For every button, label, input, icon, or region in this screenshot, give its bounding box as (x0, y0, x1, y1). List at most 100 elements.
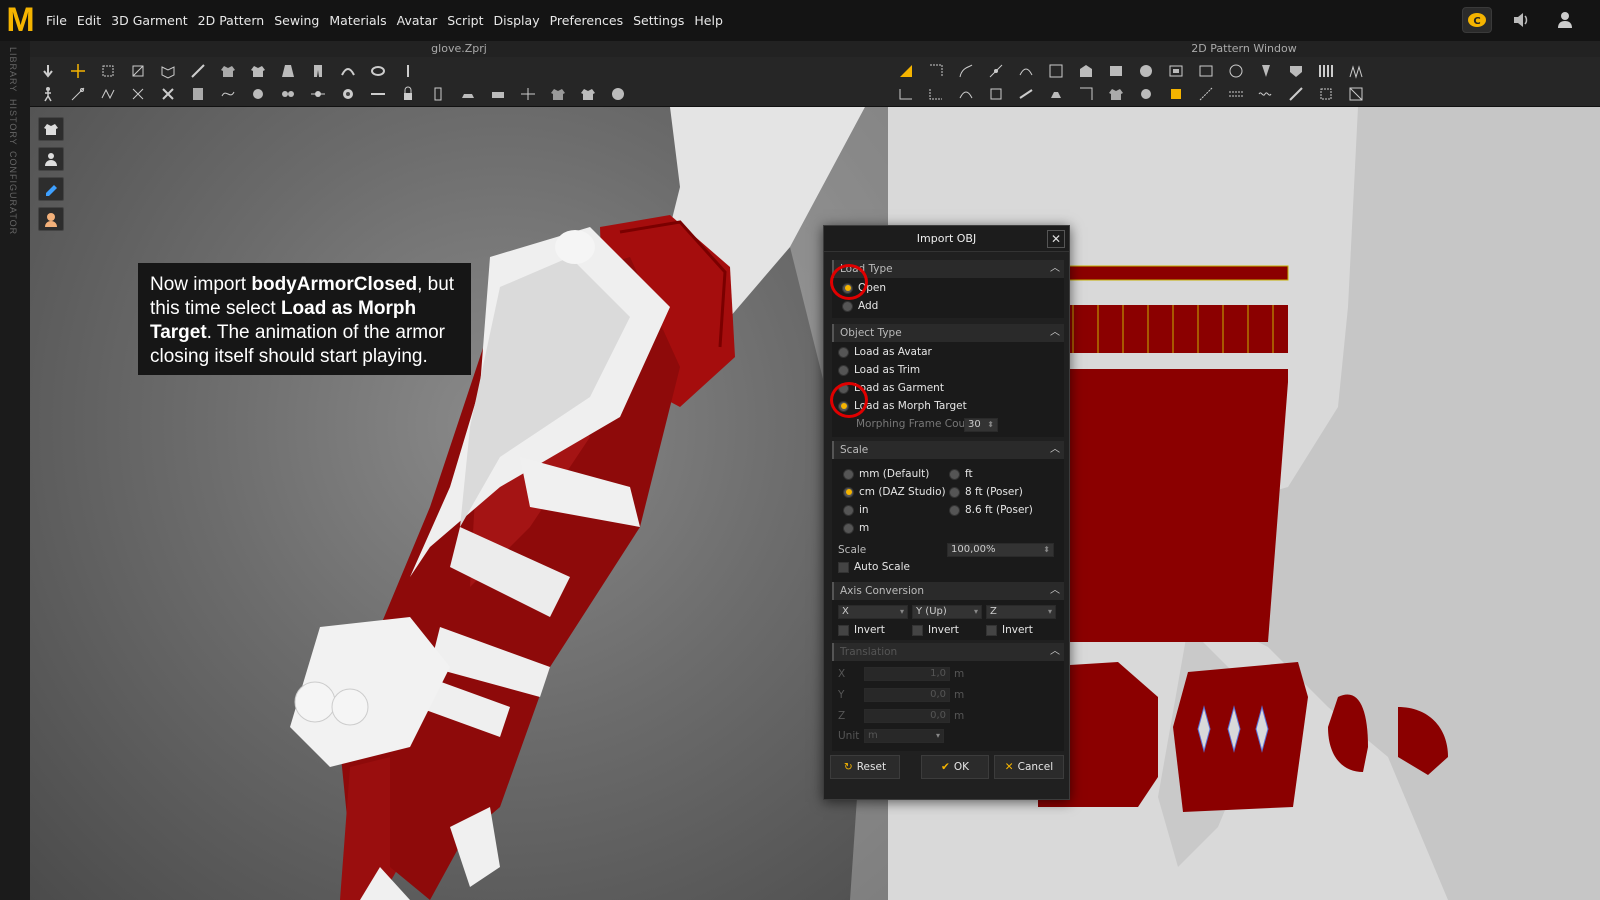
move-down-icon[interactable] (36, 61, 60, 81)
puckering-icon[interactable] (1254, 84, 1278, 104)
menu-preferences[interactable]: Preferences (545, 13, 629, 28)
radio-ft[interactable]: ft (949, 468, 973, 480)
translation-x-field[interactable]: 1,0 (864, 667, 950, 681)
button-icon[interactable] (246, 84, 270, 104)
axis-x-select[interactable]: X ▾ (838, 605, 908, 619)
menu-2d-pattern[interactable]: 2D Pattern (193, 13, 270, 28)
collapse-icon[interactable]: ︿ (1050, 643, 1060, 661)
shirring-icon[interactable] (1134, 84, 1158, 104)
close-icon[interactable]: ✕ (1047, 230, 1065, 248)
edit-curve-icon[interactable] (216, 84, 240, 104)
morphing-frame-count-field[interactable]: 30 ⬍ (964, 418, 998, 432)
pants-icon[interactable] (306, 61, 330, 81)
tab-configurator[interactable]: CONFIGURATOR (8, 151, 18, 235)
internal-rect-icon[interactable] (1194, 61, 1218, 81)
flat-icon[interactable] (456, 84, 480, 104)
arrange-icon[interactable] (576, 84, 600, 104)
dress-icon[interactable] (276, 61, 300, 81)
checkbox-indicator[interactable] (838, 624, 849, 636)
menu-materials[interactable]: Materials (324, 13, 391, 28)
reset-button[interactable]: ↻ Reset (830, 755, 900, 779)
collapse-icon[interactable]: ︿ (1050, 441, 1060, 459)
radio-8ft-poser[interactable]: 8 ft (Poser) (949, 486, 1023, 498)
ok-button[interactable]: ✔ OK (921, 755, 989, 779)
avatar-skin-icon[interactable] (38, 207, 64, 231)
pleat-icon[interactable] (1314, 61, 1338, 81)
collapse-icon[interactable]: ︿ (1050, 324, 1060, 342)
select-grid-icon[interactable] (1314, 84, 1338, 104)
avatar-head-icon[interactable] (606, 84, 630, 104)
invert-y-checkbox[interactable]: Invert (912, 624, 959, 636)
chevron-down-icon[interactable]: ▾ (974, 606, 978, 618)
topstitch-icon[interactable] (1194, 84, 1218, 104)
transform-icon[interactable] (66, 61, 90, 81)
menu-sewing[interactable]: Sewing (269, 13, 324, 28)
tab-history[interactable]: HISTORY (8, 99, 18, 146)
radio-cm[interactable]: cm (DAZ Studio) (843, 486, 946, 498)
topstitch-line-icon[interactable] (1224, 84, 1248, 104)
sew-segment-icon[interactable] (894, 84, 918, 104)
menu-avatar[interactable]: Avatar (392, 13, 443, 28)
checkbox-indicator[interactable] (838, 561, 849, 573)
radio-indicator[interactable] (842, 300, 853, 312)
curvature-icon[interactable] (1014, 61, 1038, 81)
sew-multi-icon[interactable] (954, 84, 978, 104)
checkbox-indicator[interactable] (912, 624, 923, 636)
object-type-header[interactable]: Object Type ︿ (832, 324, 1064, 342)
seamline-icon[interactable] (1284, 84, 1308, 104)
3d-viewport[interactable]: Now import bodyArmorClosed, but this tim… (30, 107, 888, 900)
radio-indicator[interactable] (949, 468, 960, 480)
edit-pattern-icon[interactable] (924, 61, 948, 81)
axis-y-select[interactable]: Y (Up) ▾ (912, 605, 982, 619)
invert-x-checkbox[interactable]: Invert (838, 624, 885, 636)
circle-icon[interactable] (1134, 61, 1158, 81)
sew-icon[interactable] (96, 84, 120, 104)
sew-free-icon[interactable] (924, 84, 948, 104)
tack-icon[interactable] (1044, 84, 1068, 104)
measure-icon[interactable] (426, 84, 450, 104)
polygon-icon[interactable] (1074, 61, 1098, 81)
lock-icon[interactable] (396, 84, 420, 104)
uv-icon[interactable] (1344, 84, 1368, 104)
unit-select[interactable]: m ▾ (864, 729, 944, 743)
zipper-icon[interactable] (306, 84, 330, 104)
tape-icon[interactable] (126, 84, 150, 104)
translation-z-field[interactable]: 0,0 (864, 709, 950, 723)
radio-m[interactable]: m (843, 522, 869, 534)
edit-curve-point-icon[interactable] (954, 61, 978, 81)
garment-view-icon[interactable] (38, 117, 64, 141)
pen-icon[interactable] (186, 61, 210, 81)
garment-icon[interactable] (216, 61, 240, 81)
internal-circle-icon[interactable] (1224, 61, 1248, 81)
radio-load-as-trim[interactable]: Load as Trim (838, 364, 920, 376)
layer-icon[interactable] (486, 84, 510, 104)
fold-icon[interactable] (156, 61, 180, 81)
chevron-down-icon[interactable]: ▾ (1048, 606, 1052, 618)
radio-indicator[interactable] (838, 364, 849, 376)
select-mesh-icon[interactable] (126, 61, 150, 81)
transform-pattern-icon[interactable] (894, 61, 918, 81)
pin-icon[interactable] (396, 61, 420, 81)
slash-icon[interactable] (1044, 61, 1068, 81)
radio-indicator[interactable] (838, 346, 849, 358)
menu-file[interactable]: File (41, 13, 72, 28)
radio-8-6ft-poser[interactable]: 8.6 ft (Poser) (949, 504, 1033, 516)
trace-icon[interactable] (1284, 61, 1308, 81)
snap-icon[interactable] (336, 84, 360, 104)
line-icon[interactable] (366, 84, 390, 104)
dart-icon[interactable] (1254, 61, 1278, 81)
invert-z-checkbox[interactable]: Invert (986, 624, 1033, 636)
buttonhole-icon[interactable] (276, 84, 300, 104)
checkbox-indicator[interactable] (986, 624, 997, 636)
add-point-icon[interactable] (984, 61, 1008, 81)
radio-add[interactable]: Add (842, 300, 878, 312)
radio-indicator[interactable] (949, 486, 960, 498)
radio-indicator[interactable] (949, 504, 960, 516)
tab-library[interactable]: LIBRARY (8, 47, 18, 92)
cancel-button[interactable]: ✕ Cancel (994, 755, 1064, 779)
chevron-down-icon[interactable]: ▾ (936, 730, 940, 742)
radio-in[interactable]: in (843, 504, 869, 516)
walk-icon[interactable] (36, 84, 60, 104)
scale-field[interactable]: 100,00% ⬍ (947, 543, 1054, 557)
auto-scale-checkbox[interactable]: Auto Scale (838, 561, 910, 573)
